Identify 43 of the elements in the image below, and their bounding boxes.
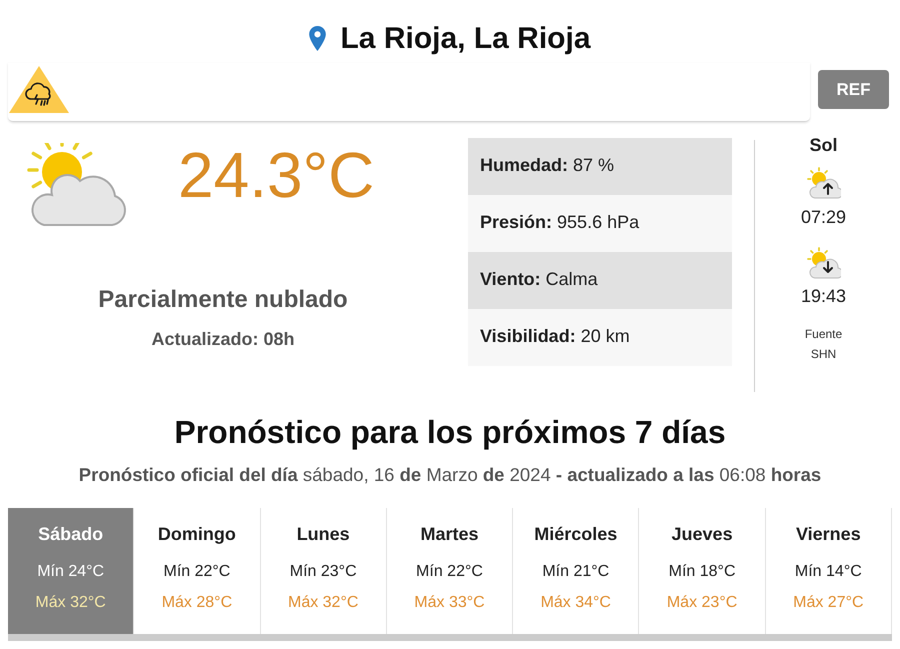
day-name: Viernes [794, 523, 862, 546]
forecast-day-tab[interactable]: Sábado Mín 24°C Máx 32°C [8, 508, 134, 634]
day-name: Miércoles [533, 523, 618, 546]
sun-title: Sol [808, 134, 838, 156]
sunset-icon [806, 247, 840, 279]
min-temperature: Mín 18°C [668, 562, 736, 582]
day-name: Domingo [156, 523, 237, 546]
ref-button[interactable]: REF [818, 70, 889, 109]
forecast-day-tab[interactable]: Viernes Mín 14°C Máx 27°C [766, 508, 892, 634]
forecast-title: Pronóstico para los próximos 7 días [173, 413, 727, 451]
max-temperature: Máx 23°C [666, 593, 738, 613]
detail-row: Humedad: 87 % [468, 138, 732, 195]
min-temperature: Mín 22°C [415, 562, 484, 582]
max-temperature: Máx 32°C [286, 593, 360, 613]
day-name: Lunes [296, 523, 351, 546]
min-temperature: Mín 21°C [541, 562, 610, 582]
updated-time: Actualizado: 08h [150, 328, 296, 350]
day-name: Martes [419, 523, 480, 546]
sunrise-time: 07:29 [800, 206, 848, 228]
min-temperature: Mín 24°C [36, 562, 106, 582]
sunset-time: 19:43 [800, 285, 848, 307]
max-temperature: Máx 32°C [34, 593, 107, 613]
sunrise-icon [806, 167, 840, 199]
max-temperature: Máx 34°C [540, 593, 612, 613]
max-temperature: Máx 27°C [792, 593, 865, 613]
location-pin-icon [309, 26, 326, 51]
weather-condition: Parcialmente nublado [97, 285, 349, 315]
day-name: Sábado [37, 523, 104, 546]
detail-row: Viento: Calma [468, 252, 732, 309]
min-temperature: Mín 22°C [162, 562, 232, 582]
min-temperature: Mín 14°C [794, 562, 863, 582]
detail-row: Visibilidad: 20 km [468, 309, 732, 366]
forecast-day-tab[interactable]: Lunes Mín 23°C Máx 32°C [260, 508, 387, 634]
max-temperature: Máx 33°C [413, 593, 486, 613]
max-temperature: Máx 28°C [160, 593, 234, 613]
location-title: La Rioja, La Rioja [340, 20, 591, 56]
source-label: Fuente SHN [804, 326, 844, 363]
storm-warning-icon [9, 66, 69, 113]
min-temperature: Mín 23°C [288, 562, 358, 582]
temperature: 24.3°C [178, 143, 374, 207]
day-name: Jueves [670, 523, 734, 546]
forecast-subtitle: Pronóstico oficial del día sábado, 16 de Marzo de 2024 - actualizado a las 06:08 horas [78, 463, 822, 487]
detail-row: Presión: 955.6 hPa [468, 195, 732, 252]
